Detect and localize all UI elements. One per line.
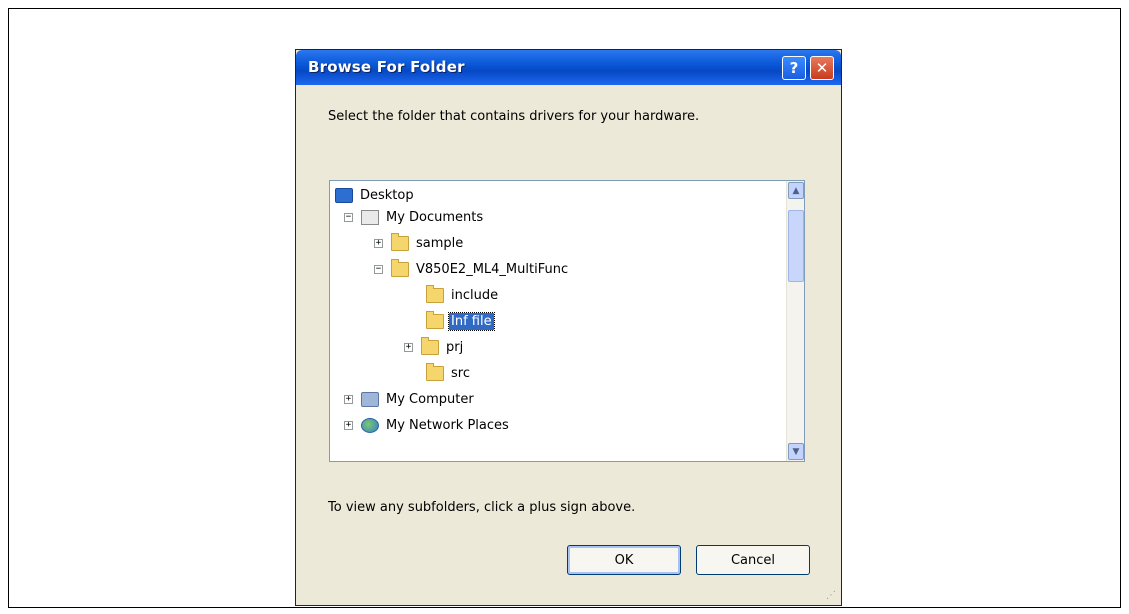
scroll-up-icon[interactable]: ▲ bbox=[788, 182, 804, 199]
hint-text: To view any subfolders, click a plus sig… bbox=[328, 500, 636, 515]
folder-tree[interactable]: Desktop − My Documents + sample − V850E2… bbox=[329, 180, 805, 462]
expand-icon[interactable]: + bbox=[404, 342, 413, 352]
tree-item-v850e2-ml4-multifunc[interactable]: − V850E2_ML4_MultiFunc bbox=[374, 258, 570, 280]
help-button[interactable]: ? bbox=[782, 56, 806, 80]
collapse-icon[interactable]: − bbox=[344, 212, 353, 222]
instruction-text: Select the folder that contains drivers … bbox=[328, 109, 700, 124]
my-documents-icon bbox=[361, 209, 379, 225]
folder-icon bbox=[391, 232, 409, 251]
folder-icon bbox=[426, 284, 444, 303]
vertical-scrollbar[interactable]: ▲ ▼ bbox=[786, 181, 804, 461]
title-bar[interactable]: Browse For Folder ? ✕ bbox=[296, 50, 841, 85]
tree-item-my-documents[interactable]: − My Documents bbox=[344, 206, 485, 228]
computer-icon bbox=[361, 391, 379, 407]
expand-icon[interactable]: + bbox=[344, 420, 353, 430]
tree-item-src[interactable]: src bbox=[426, 362, 472, 384]
folder-icon bbox=[426, 310, 444, 329]
tree-item-label: src bbox=[451, 365, 470, 381]
tree-item-label: My Documents bbox=[386, 209, 484, 225]
ok-button[interactable]: OK bbox=[567, 545, 681, 575]
tree-item-label: My Computer bbox=[386, 391, 474, 407]
collapse-icon[interactable]: − bbox=[374, 264, 383, 274]
folder-icon bbox=[421, 336, 439, 355]
network-icon bbox=[361, 417, 379, 433]
tree-item-label: sample bbox=[416, 235, 464, 251]
tree-item-my-network-places[interactable]: + My Network Places bbox=[344, 414, 511, 436]
dialog-title: Browse For Folder bbox=[308, 58, 465, 76]
resize-grip-icon[interactable]: ⋰ bbox=[826, 590, 838, 602]
expand-icon[interactable]: + bbox=[344, 394, 353, 404]
tree-item-prj[interactable]: + prj bbox=[404, 336, 465, 358]
desktop-icon bbox=[335, 187, 353, 203]
scroll-down-icon[interactable]: ▼ bbox=[788, 443, 804, 460]
tree-item-inf-file[interactable]: Inf file bbox=[426, 310, 495, 332]
expand-icon[interactable]: + bbox=[374, 238, 383, 248]
tree-item-label: My Network Places bbox=[386, 417, 509, 433]
scroll-thumb[interactable] bbox=[788, 210, 804, 282]
close-button[interactable]: ✕ bbox=[810, 56, 834, 80]
folder-icon bbox=[391, 258, 409, 277]
cancel-button[interactable]: Cancel bbox=[696, 545, 810, 575]
folder-icon bbox=[426, 362, 444, 381]
tree-item-label-selected: Inf file bbox=[448, 311, 495, 331]
tree-item-desktop[interactable]: Desktop bbox=[335, 184, 416, 206]
tree-item-my-computer[interactable]: + My Computer bbox=[344, 388, 476, 410]
tree-item-sample[interactable]: + sample bbox=[374, 232, 465, 254]
tree-item-label: include bbox=[451, 287, 499, 303]
tree-item-include[interactable]: include bbox=[426, 284, 500, 306]
tree-item-label: V850E2_ML4_MultiFunc bbox=[416, 261, 569, 277]
tree-item-label: Desktop bbox=[360, 187, 414, 203]
browse-for-folder-dialog: Browse For Folder ? ✕ Select the folder … bbox=[295, 49, 842, 606]
tree-item-label: prj bbox=[446, 339, 464, 355]
